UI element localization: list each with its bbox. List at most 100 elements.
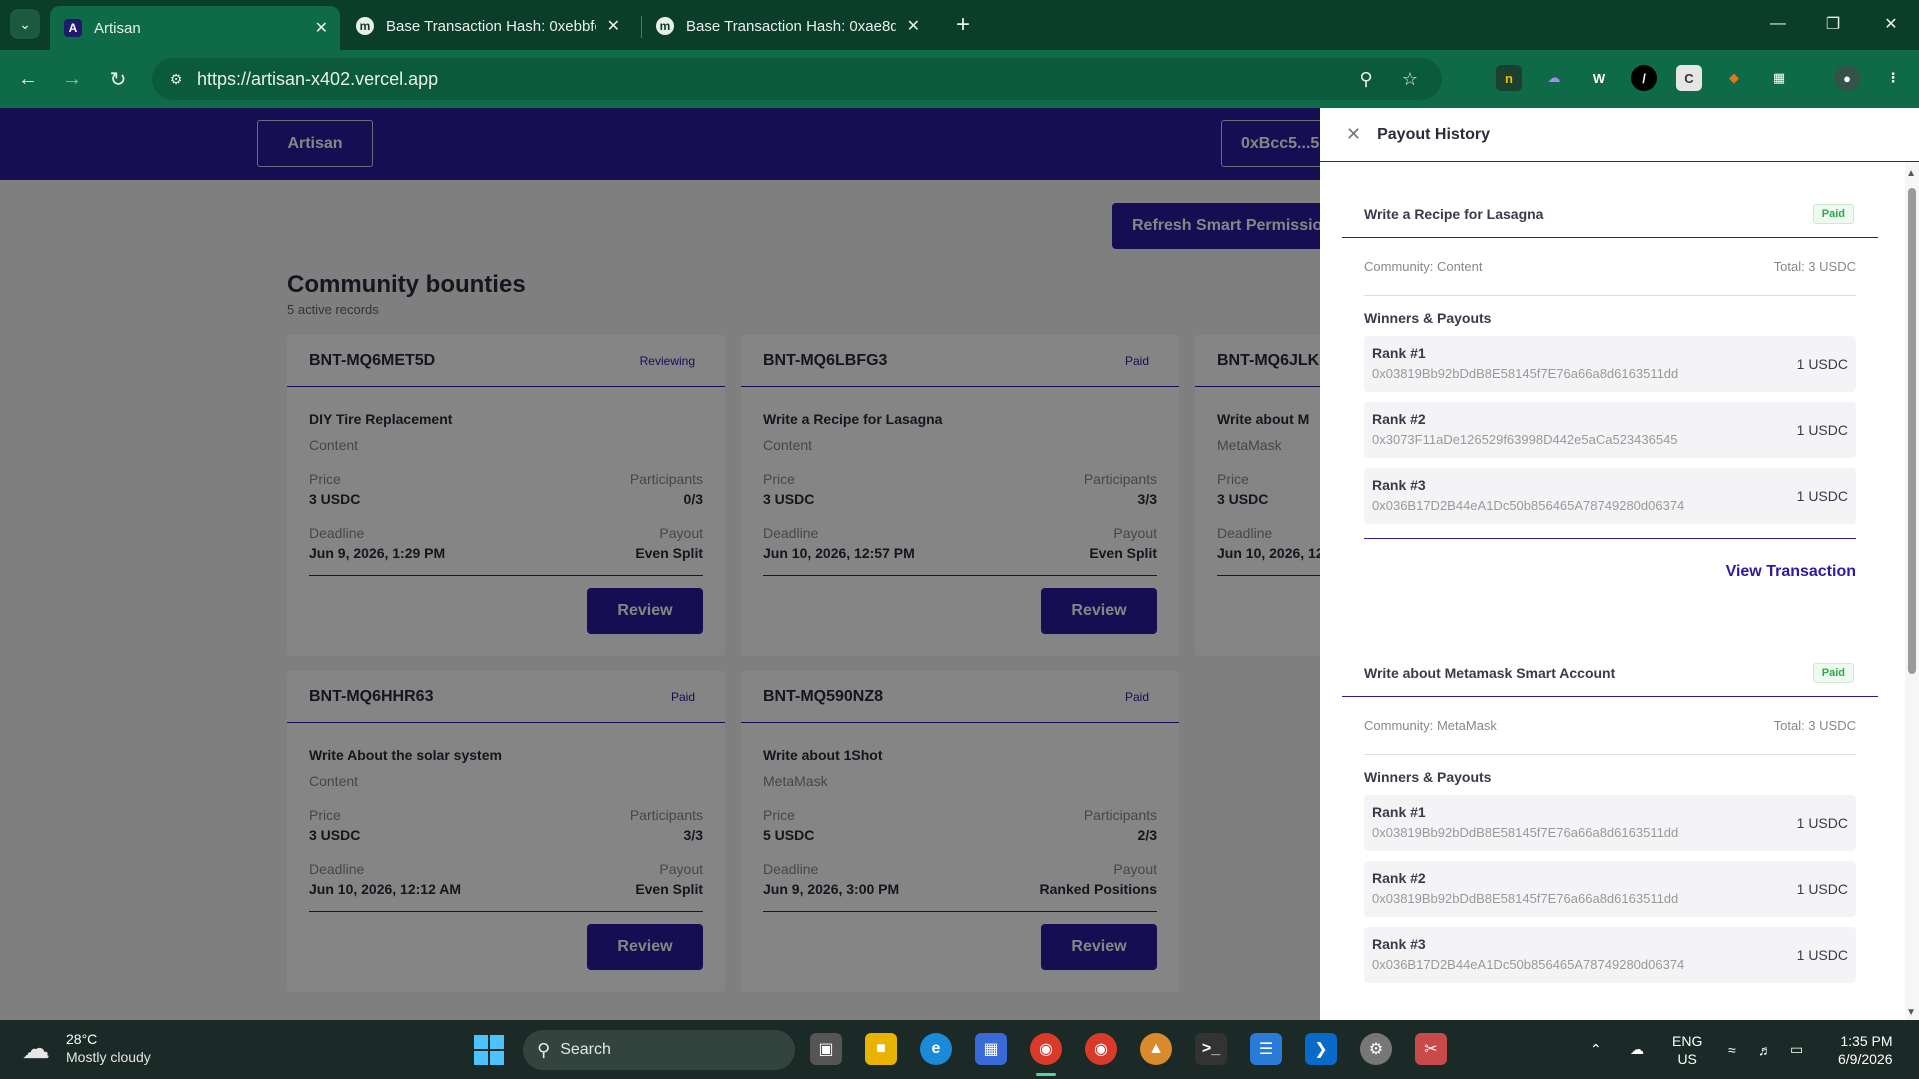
url-text: https://artisan-x402.vercel.app	[197, 69, 439, 89]
extension-cloud-icon[interactable]: ☁	[1541, 65, 1567, 91]
tab-search-button[interactable]: ⌄	[10, 9, 40, 39]
reload-icon: ↻	[109, 68, 127, 91]
view-transaction-link[interactable]: View Transaction	[1716, 563, 1856, 581]
back-button[interactable]: ←	[12, 63, 44, 95]
scroll-up-icon[interactable]: ▲	[1906, 168, 1916, 179]
settings-gear-icon[interactable]: ⚙	[1360, 1033, 1392, 1065]
rank-label: Rank #2	[1372, 411, 1426, 427]
store-icon[interactable]: ▦	[975, 1033, 1007, 1065]
rank-label: Rank #3	[1372, 936, 1426, 952]
edge-icon[interactable]: e	[920, 1033, 952, 1065]
close-icon[interactable]: ✕	[1346, 124, 1361, 145]
page-viewport: Artisan 0xBcc5...5 Refresh Smart Permiss…	[0, 108, 1919, 1020]
bookmark-star-icon[interactable]: ☆	[1398, 67, 1422, 91]
arrow-right-icon: →	[62, 67, 82, 90]
artisan-favicon-icon: A	[64, 19, 82, 37]
tab-base-tx-1[interactable]: m Base Transaction Hash: 0xebbfc ✕	[342, 6, 632, 46]
tab-artisan[interactable]: A Artisan ✕	[50, 6, 340, 50]
language-top: ENG	[1672, 1032, 1703, 1049]
clock[interactable]: 1:35 PM 6/9/2026	[1838, 1020, 1893, 1079]
winner-address: 0x036B17D2B44eA1Dc50b856465A78749280d063…	[1372, 498, 1685, 513]
extension-n-icon[interactable]: n	[1496, 65, 1522, 91]
weather-desc: Mostly cloudy	[66, 1049, 151, 1065]
tab-base-tx-2[interactable]: m Base Transaction Hash: 0xae8db ✕	[642, 6, 932, 46]
file-explorer-icon[interactable]: ■	[865, 1033, 897, 1065]
taskbar-search[interactable]: ⚲ Search	[523, 1030, 795, 1070]
language-bottom: US	[1677, 1050, 1697, 1067]
browser-tab-strip: ⌄ A Artisan ✕ m Base Transaction Hash: 0…	[0, 0, 1919, 50]
cloud-icon: ☁	[22, 1032, 50, 1064]
snipping-tool-icon[interactable]: ✂	[1415, 1033, 1447, 1065]
minimize-button[interactable]: —	[1755, 8, 1801, 40]
close-tab-icon[interactable]: ✕	[315, 18, 328, 38]
extensions-puzzle-icon[interactable]: ▦	[1766, 65, 1792, 91]
community-label: Community: MetaMask	[1364, 718, 1497, 733]
tray-overflow-icon[interactable]: ⌃	[1590, 1020, 1602, 1079]
drawer-title: Payout History	[1377, 125, 1491, 143]
base-favicon-icon: m	[356, 17, 374, 35]
profile-avatar[interactable]: ●	[1834, 65, 1860, 91]
chevron-down-icon: ⌄	[19, 15, 31, 32]
new-tab-button[interactable]: +	[948, 10, 978, 40]
volume-icon[interactable]: ♬	[1758, 1020, 1772, 1079]
chrome-profile-icon[interactable]: ◉	[1085, 1033, 1117, 1065]
close-tab-icon[interactable]: ✕	[607, 16, 620, 36]
wifi-icon[interactable]: ≈	[1728, 1020, 1736, 1079]
scroll-down-icon[interactable]: ▼	[1906, 1007, 1916, 1018]
onedrive-icon[interactable]: ☁	[1630, 1020, 1644, 1079]
weather-widget[interactable]: ☁ 28°C Mostly cloudy	[22, 1031, 151, 1065]
extension-c-icon[interactable]: C	[1676, 65, 1702, 91]
payout-entry: Write a Recipe for Lasagna Paid Communit…	[1342, 190, 1878, 581]
tab-title: Artisan	[94, 19, 141, 37]
notepad-icon[interactable]: ☰	[1250, 1033, 1282, 1065]
payout-entry: Write about Metamask Smart Account Paid …	[1342, 649, 1878, 983]
winners-heading: Winners & Payouts	[1364, 769, 1492, 785]
winner-address: 0x3073F11aDe126529f63998D442e5aCa5234365…	[1372, 432, 1678, 447]
windows-logo-icon	[474, 1051, 488, 1065]
os-taskbar: ☁ 28°C Mostly cloudy ⚲ Search ▣ ■ e ▦ ◉ …	[0, 1020, 1919, 1079]
windows-logo-icon	[490, 1035, 504, 1049]
browser-menu-icon[interactable]: ⋮	[1880, 65, 1906, 91]
clock-date: 6/9/2026	[1838, 1050, 1893, 1067]
payout-entry-title: Write about Metamask Smart Account	[1364, 664, 1616, 681]
base-favicon-icon: m	[656, 17, 674, 35]
task-view-icon[interactable]: ▣	[810, 1033, 842, 1065]
payout-entry-title: Write a Recipe for Lasagna	[1364, 205, 1544, 222]
forward-button[interactable]: →	[56, 63, 88, 95]
rank-label: Rank #2	[1372, 870, 1426, 886]
scrollbar-thumb[interactable]	[1908, 188, 1916, 674]
close-window-button[interactable]: ✕	[1868, 8, 1914, 40]
extension-slash-icon[interactable]: /	[1631, 65, 1657, 91]
brave-icon[interactable]: ▲	[1140, 1033, 1172, 1065]
close-icon: ✕	[1884, 16, 1898, 33]
battery-icon[interactable]: ▭	[1790, 1020, 1803, 1079]
search-icon: ⚲	[537, 1039, 551, 1060]
clock-time: 1:35 PM	[1840, 1032, 1893, 1049]
terminal-icon[interactable]: >_	[1195, 1033, 1227, 1065]
restore-button[interactable]: ❐	[1810, 8, 1856, 40]
vscode-icon[interactable]: ❯	[1305, 1033, 1337, 1065]
winner-address: 0x03819Bb92bDdB8E58145f7E76a66a8d6163511…	[1372, 825, 1679, 840]
zoom-icon[interactable]: ⚲	[1354, 67, 1378, 91]
browser-toolbar: ← → ↻ ⚙ https://artisan-x402.vercel.app …	[0, 50, 1919, 108]
modal-backdrop[interactable]	[0, 108, 1320, 1020]
total-label: Total: 3 USDC	[1773, 718, 1856, 733]
metamask-fox-icon[interactable]: ◆	[1721, 65, 1747, 91]
address-bar[interactable]: ⚙ https://artisan-x402.vercel.app ⚲ ☆	[152, 58, 1442, 100]
rank-label: Rank #1	[1372, 345, 1426, 361]
chrome-icon[interactable]: ◉	[1030, 1033, 1062, 1065]
windows-logo-icon	[474, 1035, 488, 1049]
rank-row: Rank #1 0x03819Bb92bDdB8E58145f7E76a66a8…	[1364, 795, 1856, 851]
site-settings-icon[interactable]: ⚙	[166, 69, 186, 89]
language-indicator[interactable]: ENG US	[1672, 1020, 1702, 1079]
rank-row: Rank #3 0x036B17D2B44eA1Dc50b856465A7874…	[1364, 927, 1856, 983]
tab-title: Base Transaction Hash: 0xae8db	[686, 17, 896, 35]
extension-w-icon[interactable]: W	[1586, 65, 1612, 91]
start-button[interactable]	[474, 1035, 504, 1065]
close-tab-icon[interactable]: ✕	[907, 16, 920, 36]
payout-amount: 1 USDC	[1796, 422, 1848, 438]
reload-button[interactable]: ↻	[102, 63, 134, 95]
tab-title: Base Transaction Hash: 0xebbfc	[386, 17, 596, 35]
rank-label: Rank #3	[1372, 477, 1426, 493]
rank-row: Rank #3 0x036B17D2B44eA1Dc50b856465A7874…	[1364, 468, 1856, 524]
